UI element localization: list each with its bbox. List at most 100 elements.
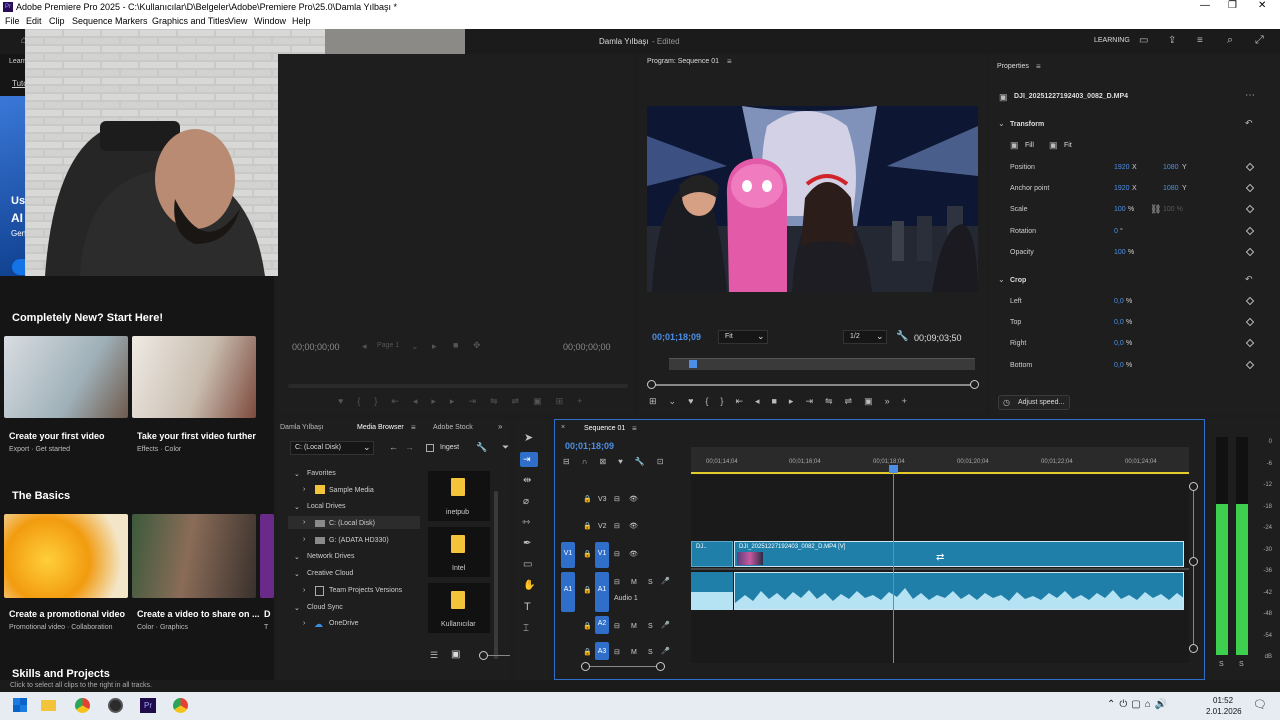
tree-local-drives[interactable]: Local Drives [307,503,346,510]
timeline-vscroll[interactable] [1193,486,1194,649]
tray-icons[interactable]: ⌃⏻▢⌂🔊 [1107,699,1171,710]
prev-page-icon[interactable]: ◂ [362,342,367,351]
drive-dropdown[interactable]: C: (Local Disk) ⌄ [290,441,374,455]
crop-left-value[interactable]: 0,0 [1114,298,1124,305]
list-view-icon[interactable]: ☰ [430,650,438,661]
program-playhead-marker[interactable] [689,360,697,368]
ripple-edit-icon[interactable]: ⇹ [523,476,531,486]
tree-chevron-team[interactable]: › [303,587,305,594]
razor-icon[interactable]: ⌀ [523,497,529,507]
a3-sync-icon[interactable]: ⊟ [614,648,620,656]
card-title-5[interactable]: D [264,609,271,619]
crop-right-value[interactable]: 0,0 [1114,340,1124,347]
tree-network-drives[interactable]: Network Drives [307,553,354,560]
scrubber-end-handle[interactable] [970,380,979,389]
a1-mute[interactable]: M [631,579,637,586]
v3-sync-icon[interactable]: ⊟ [614,495,620,503]
card-thumb-further[interactable] [132,336,256,418]
meter-solo-right[interactable]: S [1239,661,1244,668]
ingest-checkbox[interactable] [426,444,434,452]
program-menu-icon[interactable]: ≡ [727,57,732,66]
menu-markers[interactable]: Markers [115,16,148,26]
tab-media-browser[interactable]: Media Browser [357,424,404,431]
tree-team-projects[interactable]: Team Projects Versions [329,587,402,594]
timeline-ruler[interactable] [691,447,1189,473]
clock-time[interactable]: 01:52 [1213,696,1233,705]
a1-track-target[interactable]: A1 [595,572,609,612]
rotation-value[interactable]: 0 [1114,228,1118,235]
move-icon[interactable]: ✥ [473,341,481,350]
rectangle-icon[interactable]: ▭ [523,560,532,570]
scrubber-start-handle[interactable] [647,380,656,389]
caption-icon[interactable]: ⌶ [523,624,529,634]
v3-eye-icon[interactable]: 👁 [629,495,638,503]
a1-lock-icon[interactable]: 🔒 [583,586,592,594]
tree-chevron-favorites[interactable]: ⌄ [294,470,300,478]
tree-chevron-sample[interactable]: › [303,486,305,493]
a2-mic-icon[interactable]: 🎤 [661,621,670,629]
file-explorer-icon[interactable] [41,700,56,711]
a2-lock-icon[interactable]: 🔒 [583,622,592,630]
back-arrow-icon[interactable]: ← [389,442,398,452]
close-button[interactable]: ✕ [1258,0,1266,11]
tree-c-drive[interactable]: C: (Local Disk) [329,520,375,527]
v2-lock-icon[interactable]: 🔒 [583,522,592,530]
stop-icon[interactable]: ■ [453,341,458,350]
fit-icon[interactable]: ▣ [1049,140,1058,151]
card-thumb-share[interactable] [132,514,256,598]
program-timecode[interactable]: 00;01;18;09 [652,332,701,342]
chrome-icon[interactable] [75,698,90,713]
tree-onedrive[interactable]: OneDrive [329,620,359,627]
fill-icon[interactable]: ▣ [1010,140,1019,151]
slip-icon[interactable]: ⇿ [522,518,530,528]
a3-lock-icon[interactable]: 🔒 [583,648,592,656]
maximize-button[interactable]: ❐ [1228,0,1237,11]
share-icon[interactable]: ⇪ [1168,35,1176,46]
menu-graphics[interactable]: Graphics and Titles [152,16,229,26]
menu-sequence[interactable]: Sequence [72,16,113,26]
tree-chevron-c[interactable]: › [303,519,305,526]
tree-cloud-sync[interactable]: Cloud Sync [307,604,343,611]
v2-eye-icon[interactable]: 👁 [629,522,638,530]
playhead-line[interactable] [893,467,894,663]
a3-solo[interactable]: S [648,649,653,656]
sequence-menu-icon[interactable]: ≡ [632,424,637,433]
tree-g-drive[interactable]: G: (ADATA HD330) [329,537,389,544]
a2-sync-icon[interactable]: ⊟ [614,622,620,630]
minimize-button[interactable]: — [1200,0,1210,11]
next-page-icon[interactable]: ▸ [432,342,437,351]
tree-chevron-cc[interactable]: ⌄ [294,570,300,578]
card-title-2[interactable]: Take your first video further [137,431,256,441]
card-thumb-first-video[interactable] [4,336,128,418]
wrench-icon[interactable]: 🔧 [896,331,908,342]
obs-icon[interactable] [108,698,123,713]
properties-menu-icon[interactable]: ≡ [1036,62,1041,71]
a1-sync-icon[interactable]: ⊟ [614,578,620,586]
tree-chevron-g[interactable]: › [303,536,305,543]
a1-source-patch[interactable]: A1 [561,572,575,612]
card-title-3[interactable]: Create a promotional video [9,609,125,619]
link-icon[interactable]: ⛓ [1150,204,1161,215]
card-thumb-partial[interactable] [260,514,274,598]
more-options-icon[interactable]: ⋯ [1245,90,1255,101]
a2-track-target[interactable]: A2 [595,616,609,634]
tree-chevron-onedrive[interactable]: › [303,620,305,627]
vscroll-top-handle[interactable] [1189,482,1198,491]
menu-help[interactable]: Help [292,16,311,26]
v1-clip-main[interactable]: DJI_20251227192403_0082_D.MP4 [V] [734,541,1184,567]
tree-chevron-local[interactable]: ⌄ [294,503,300,511]
clock-date[interactable]: 2.01.2026 [1206,707,1242,716]
hand-icon[interactable]: ✋ [523,581,535,591]
close-sequence-icon[interactable]: × [561,424,565,431]
premiere-taskbar-icon[interactable]: Pr [140,698,156,713]
menu-clip[interactable]: Clip [49,16,65,26]
selection-tool-icon[interactable]: ➤ [524,433,533,444]
card-title-1[interactable]: Create your first video [9,431,105,441]
transform-header[interactable]: Transform [1010,121,1044,128]
a1-clip-main[interactable] [734,572,1184,610]
notification-icon[interactable]: 🗨 [1253,698,1267,711]
page-select[interactable]: Page 1 [377,342,399,349]
media-browser-menu-icon[interactable]: ≡ [411,423,416,432]
a2-solo[interactable]: S [648,623,653,630]
v2-sync-icon[interactable]: ⊟ [614,522,620,530]
